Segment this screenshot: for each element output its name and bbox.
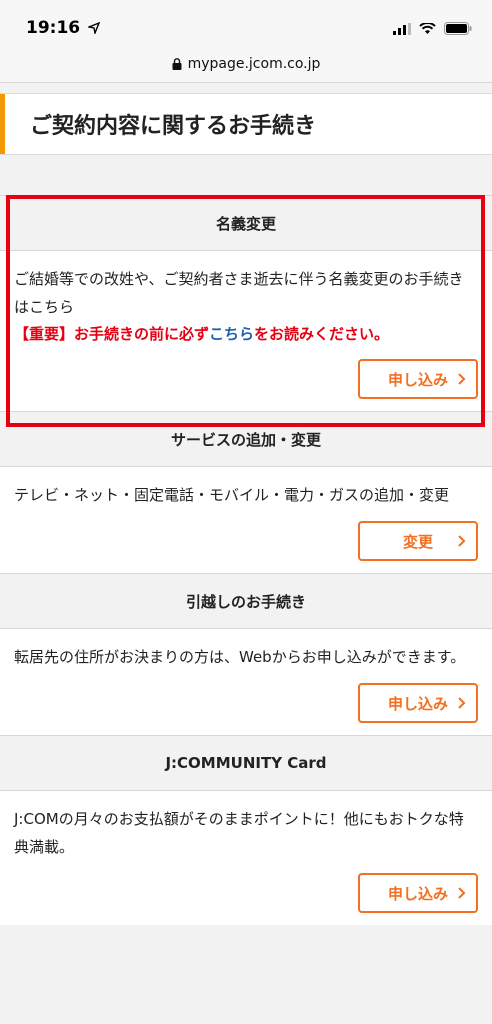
page-heading: ご契約内容に関するお手続き [0, 93, 492, 155]
section-body: J:COMの月々のお支払額がそのままポイントに！他にもおトクな特典満載。 申し込… [0, 791, 492, 925]
section-name-change: 名義変更 ご結婚等での改姓や、ご契約者さま逝去に伴う名義変更のお手続きはこちら … [0, 195, 492, 411]
chevron-right-icon [458, 373, 466, 385]
button-label: 申し込み [387, 884, 448, 903]
section-moving: 引越しのお手続き 転居先の住所がお決まりの方は、Webからお申し込みができます。… [0, 573, 492, 735]
address-bar[interactable]: mypage.jcom.co.jp [0, 46, 492, 83]
chevron-right-icon [458, 887, 466, 899]
url-text: mypage.jcom.co.jp [187, 56, 321, 72]
battery-icon [444, 22, 472, 35]
status-bar: 19:16 [0, 0, 492, 46]
notice-prefix: 【重要】お手続きの前に必ず [14, 325, 210, 343]
button-label: 申し込み [387, 694, 448, 713]
chevron-right-icon [458, 535, 466, 547]
button-label: 変更 [402, 532, 433, 551]
card-apply-button[interactable]: 申し込み [358, 873, 478, 913]
location-arrow-icon [88, 22, 100, 34]
important-notice: 【重要】お手続きの前に必ずこちらをお読みください。 [14, 321, 478, 347]
name-change-apply-button[interactable]: 申し込み [358, 359, 478, 399]
section-title: 引越しのお手続き [0, 573, 492, 629]
page-title: ご契約内容に関するお手続き [30, 114, 317, 139]
moving-apply-button[interactable]: 申し込み [358, 683, 478, 723]
status-icons [393, 22, 472, 35]
section-description: テレビ・ネット・固定電話・モバイル・電力・ガスの追加・変更 [14, 486, 450, 504]
section-description: J:COMの月々のお支払額がそのままポイントに！他にもおトクな特典満載。 [14, 810, 464, 856]
notice-suffix: をお読みください。 [254, 325, 390, 343]
service-change-button[interactable]: 変更 [358, 521, 478, 561]
notice-link[interactable]: こちら [209, 325, 254, 343]
section-body: 転居先の住所がお決まりの方は、Webからお申し込みができます。 申し込み [0, 629, 492, 735]
section-body: テレビ・ネット・固定電話・モバイル・電力・ガスの追加・変更 変更 [0, 467, 492, 573]
section-title: J:COMMUNITY Card [0, 735, 492, 791]
chevron-right-icon [458, 697, 466, 709]
section-title: 名義変更 [0, 195, 492, 251]
section-description: ご結婚等での改姓や、ご契約者さま逝去に伴う名義変更のお手続きはこちら [14, 270, 464, 316]
procedure-list: 名義変更 ご結婚等での改姓や、ご契約者さま逝去に伴う名義変更のお手続きはこちら … [0, 195, 492, 925]
cellular-signal-icon [393, 22, 411, 35]
section-community-card: J:COMMUNITY Card J:COMの月々のお支払額がそのままポイントに… [0, 735, 492, 925]
button-label: 申し込み [387, 370, 448, 389]
section-title: サービスの追加・変更 [0, 411, 492, 467]
section-body: ご結婚等での改姓や、ご契約者さま逝去に伴う名義変更のお手続きはこちら 【重要】お… [0, 251, 492, 411]
wifi-icon [419, 22, 436, 34]
page-content: ご契約内容に関するお手続き 名義変更 ご結婚等での改姓や、ご契約者さま逝去に伴う… [0, 93, 492, 925]
section-description: 転居先の住所がお決まりの方は、Webからお申し込みができます。 [14, 648, 466, 666]
status-time: 19:16 [26, 18, 81, 38]
section-service-change: サービスの追加・変更 テレビ・ネット・固定電話・モバイル・電力・ガスの追加・変更… [0, 411, 492, 573]
lock-icon [172, 58, 182, 70]
